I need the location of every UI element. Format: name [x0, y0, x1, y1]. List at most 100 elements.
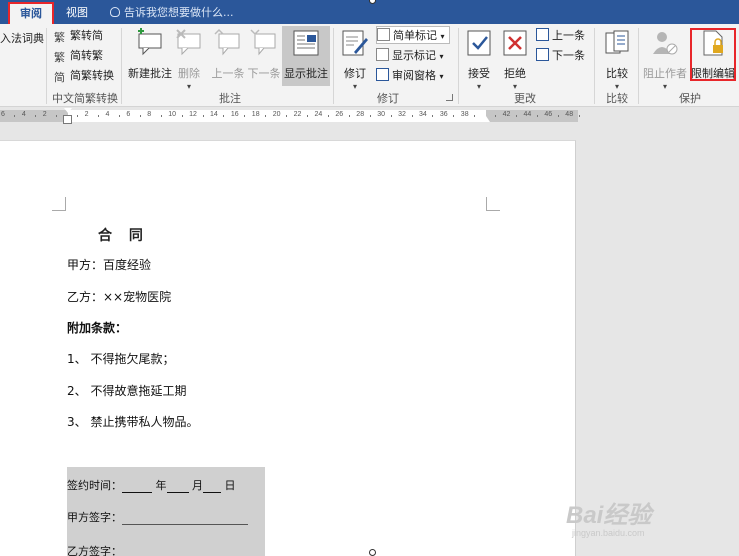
previous-comment-button[interactable]: 上一条	[210, 28, 246, 81]
ruler-number: 48	[565, 111, 574, 118]
tell-me-search[interactable]: 告诉我您想要做什么...	[110, 4, 234, 20]
compare-button[interactable]: 比较 ▾	[600, 28, 634, 91]
ruler-tick	[390, 115, 392, 117]
next-comment-button[interactable]: 下一条	[246, 28, 282, 81]
accept-label: 接受	[468, 67, 490, 80]
track-changes-label: 修订	[344, 67, 366, 80]
ruler-tick	[348, 115, 350, 117]
ruler-tick	[77, 115, 79, 117]
sign-a-blank	[122, 513, 248, 525]
ruler-tick	[307, 115, 309, 117]
show-comments-icon	[293, 30, 319, 56]
ruler-number: 46	[544, 111, 553, 118]
ruler-tick	[432, 115, 434, 117]
show-markup-icon	[376, 48, 389, 61]
simp-to-trad-button[interactable]: 繁简转繁	[54, 47, 103, 65]
new-comment-button[interactable]: 新建批注	[126, 28, 174, 81]
previous-comment-label: 上一条	[211, 67, 245, 80]
next-comment-icon	[250, 29, 276, 56]
reviewing-pane-label: 审阅窗格	[392, 69, 436, 82]
trad-to-simp-label: 繁转简	[70, 29, 103, 42]
reviewing-pane-button[interactable]: 审阅窗格 ▾	[376, 67, 444, 85]
ruler-number: 28	[356, 111, 365, 118]
ruler-number: 30	[377, 111, 385, 118]
chevron-down-icon: ▾	[439, 52, 444, 61]
ruler-tick	[244, 115, 246, 117]
previous-change-icon	[536, 28, 549, 41]
indent-marker-icon[interactable]	[63, 108, 72, 124]
ruler-number: 38	[460, 111, 469, 118]
horizontal-ruler[interactable]: 6 4 2 2 4 6 8 10 12 14 16 18 20 22 24 26 28 30 32 34 36 38 42 4…	[0, 108, 739, 124]
lightbulb-icon	[110, 7, 120, 17]
chevron-down-icon: ▾	[440, 32, 445, 41]
next-change-button[interactable]: 下一条	[536, 47, 585, 65]
ruler-number: 16	[230, 111, 239, 118]
tell-me-text: 告诉我您想要做什么...	[124, 6, 234, 19]
next-change-icon	[536, 48, 549, 61]
ruler-tick	[495, 115, 497, 117]
editable-region-shading[interactable]: 签约时间： 年 月 日 甲方签字： 乙方签字：	[67, 467, 265, 556]
month-label: 月	[192, 479, 203, 492]
previous-comment-icon	[214, 28, 240, 56]
accept-icon	[467, 30, 491, 56]
party-a-line: 甲方：百度经验	[67, 258, 152, 272]
group-label-changes: 更改	[514, 92, 536, 105]
reviewing-pane-icon	[376, 68, 389, 81]
ruler-number: 44	[523, 111, 532, 118]
ruler-number: 18	[251, 111, 260, 118]
trad-to-simp-button[interactable]: 繁繁转简	[54, 27, 103, 45]
track-changes-button[interactable]: 修订 ▾	[340, 28, 370, 91]
ruler-number: 6	[126, 111, 131, 118]
month-blank	[166, 481, 189, 493]
compare-label: 比较	[606, 67, 628, 80]
ruler-tick	[265, 115, 267, 117]
group-label-protect: 保护	[679, 92, 701, 105]
day-blank	[203, 481, 221, 493]
ruler-tick	[139, 115, 141, 117]
markup-display-select[interactable]: 简单标记 ▾	[376, 26, 450, 44]
ruler-tick	[118, 115, 120, 117]
reject-icon	[503, 30, 527, 56]
ruler-number: 10	[168, 111, 176, 118]
block-authors-button[interactable]: 阻止作者 ▾	[640, 28, 690, 91]
previous-change-button[interactable]: 上一条	[536, 27, 585, 45]
show-markup-button[interactable]: 显示标记 ▾	[376, 47, 444, 65]
dialog-launcher-icon[interactable]	[446, 94, 453, 101]
group-separator	[638, 28, 639, 104]
day-label: 日	[224, 479, 236, 492]
chinese-conversion-button[interactable]: 简简繁转换	[54, 67, 114, 85]
crop-mark	[52, 197, 66, 211]
clause-1: 1、 不得拖欠尾款；	[67, 352, 175, 366]
ribbon-tab-bar: 审阅 视图 告诉我您想要做什么...	[0, 0, 739, 24]
delete-comment-button[interactable]: 删除 ▾	[174, 28, 204, 91]
ruler-tick	[56, 115, 58, 117]
ruler-left-margin	[0, 110, 68, 122]
ruler-tick	[578, 115, 580, 117]
tab-review[interactable]: 审阅	[8, 2, 54, 24]
reject-button[interactable]: 拒绝 ▾	[498, 28, 532, 91]
sign-b-blank	[122, 547, 248, 556]
sign-b-line: 乙方签字：	[67, 543, 248, 556]
shape-handle-bottom[interactable]	[369, 549, 376, 556]
sign-a-line: 甲方签字：	[67, 509, 248, 525]
ruler-number: 20	[272, 111, 281, 118]
ruler-tick	[35, 115, 37, 117]
clause-3: 3、 禁止携带私人物品。	[67, 415, 199, 429]
ime-dictionary-button[interactable]: 入法词典	[0, 30, 44, 48]
ruler-tick	[181, 115, 183, 117]
group-label-compare: 比较	[606, 92, 628, 105]
year-label: 年	[155, 479, 167, 492]
group-separator	[46, 28, 47, 104]
right-indent-marker-icon[interactable]	[482, 116, 490, 122]
show-comments-button[interactable]: 显示批注	[282, 26, 330, 86]
chinese-conversion-icon: 简	[54, 71, 65, 84]
block-authors-label: 阻止作者	[643, 67, 687, 80]
markup-select-value: 简单标记	[393, 29, 437, 42]
delete-comment-icon	[176, 29, 201, 56]
tab-view[interactable]: 视图	[60, 3, 94, 24]
document-page[interactable]: 合 同 甲方：百度经验 乙方：××宠物医院 附加条款： 1、 不得拖欠尾款； 2…	[0, 140, 576, 556]
group-label-chinese-conversion: 中文简繁转换	[52, 92, 118, 105]
group-separator	[594, 28, 595, 104]
accept-button[interactable]: 接受 ▾	[462, 28, 496, 91]
ruler-number: 14	[210, 111, 218, 118]
